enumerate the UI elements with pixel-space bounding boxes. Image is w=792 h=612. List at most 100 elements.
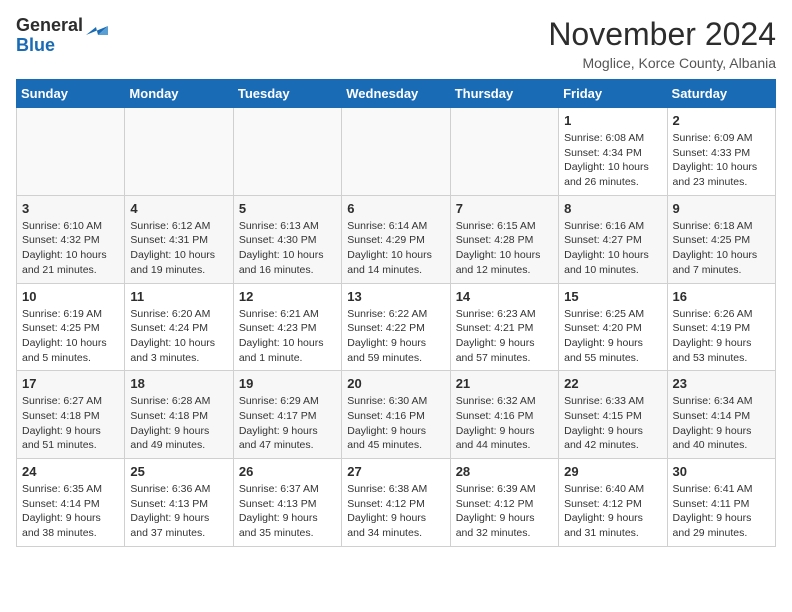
day-cell: 8 Sunrise: 6:16 AM Sunset: 4:27 PM Daylig… xyxy=(559,195,667,283)
day-number: 26 xyxy=(239,464,336,479)
logo-bird-icon xyxy=(86,17,108,35)
day-cell: 10 Sunrise: 6:19 AM Sunset: 4:25 PM Dayli… xyxy=(17,283,125,371)
day-info: Sunrise: 6:28 AM Sunset: 4:18 PM Dayligh… xyxy=(130,394,227,453)
day-cell: 25 Sunrise: 6:36 AM Sunset: 4:13 PM Dayli… xyxy=(125,459,233,547)
day-number: 10 xyxy=(22,289,119,304)
day-cell: 5 Sunrise: 6:13 AM Sunset: 4:30 PM Daylig… xyxy=(233,195,341,283)
day-cell: 21Sunrise: 6:32 AM Sunset: 4:16 PM Dayli… xyxy=(450,371,558,459)
day-number: 3 xyxy=(22,201,119,216)
day-info: Sunrise: 6:35 AM Sunset: 4:14 PM Dayligh… xyxy=(22,482,119,541)
day-number: 17 xyxy=(22,376,119,391)
day-cell: 28Sunrise: 6:39 AM Sunset: 4:12 PM Dayli… xyxy=(450,459,558,547)
day-info: Sunrise: 6:18 AM Sunset: 4:25 PM Dayligh… xyxy=(673,219,770,278)
day-cell: 6 Sunrise: 6:14 AM Sunset: 4:29 PM Daylig… xyxy=(342,195,450,283)
day-info: Sunrise: 6:12 AM Sunset: 4:31 PM Dayligh… xyxy=(130,219,227,278)
day-number: 11 xyxy=(130,289,227,304)
day-cell: 9Sunrise: 6:18 AM Sunset: 4:25 PM Daylig… xyxy=(667,195,775,283)
day-number: 1 xyxy=(564,113,661,128)
day-number: 24 xyxy=(22,464,119,479)
col-friday: Friday xyxy=(559,80,667,108)
day-info: Sunrise: 6:25 AM Sunset: 4:20 PM Dayligh… xyxy=(564,307,661,366)
day-number: 7 xyxy=(456,201,553,216)
day-info: Sunrise: 6:13 AM Sunset: 4:30 PM Dayligh… xyxy=(239,219,336,278)
day-cell: 14 Sunrise: 6:23 AM Sunset: 4:21 PM Dayli… xyxy=(450,283,558,371)
day-info: Sunrise: 6:33 AM Sunset: 4:15 PM Dayligh… xyxy=(564,394,661,453)
col-sunday: Sunday xyxy=(17,80,125,108)
day-cell: 7 Sunrise: 6:15 AM Sunset: 4:28 PM Daylig… xyxy=(450,195,558,283)
day-cell: 19 Sunrise: 6:29 AM Sunset: 4:17 PM Dayli… xyxy=(233,371,341,459)
day-cell: 13Sunrise: 6:22 AM Sunset: 4:22 PM Dayli… xyxy=(342,283,450,371)
logo-container: General Blue xyxy=(16,16,108,56)
day-cell: 22 Sunrise: 6:33 AM Sunset: 4:15 PM Dayli… xyxy=(559,371,667,459)
day-cell: 17 Sunrise: 6:27 AM Sunset: 4:18 PM Dayli… xyxy=(17,371,125,459)
day-info: Sunrise: 6:14 AM Sunset: 4:29 PM Dayligh… xyxy=(347,219,444,278)
day-cell: 16 Sunrise: 6:26 AM Sunset: 4:19 PM Dayli… xyxy=(667,283,775,371)
day-number: 23 xyxy=(673,376,770,391)
day-info: Sunrise: 6:36 AM Sunset: 4:13 PM Dayligh… xyxy=(130,482,227,541)
day-cell: 29 Sunrise: 6:40 AM Sunset: 4:12 PM Dayli… xyxy=(559,459,667,547)
day-info: Sunrise: 6:41 AM Sunset: 4:11 PM Dayligh… xyxy=(673,482,770,541)
day-info: Sunrise: 6:15 AM Sunset: 4:28 PM Dayligh… xyxy=(456,219,553,278)
header: General Blue November 2024 Moglice, Korc… xyxy=(16,16,776,71)
day-cell: 4Sunrise: 6:12 AM Sunset: 4:31 PM Daylig… xyxy=(125,195,233,283)
day-cell: 11 Sunrise: 6:20 AM Sunset: 4:24 PM Dayli… xyxy=(125,283,233,371)
day-number: 27 xyxy=(347,464,444,479)
day-number: 5 xyxy=(239,201,336,216)
day-cell: 1 Sunrise: 6:08 AM Sunset: 4:34 PM Daylig… xyxy=(559,108,667,196)
day-info: Sunrise: 6:16 AM Sunset: 4:27 PM Dayligh… xyxy=(564,219,661,278)
day-info: Sunrise: 6:30 AM Sunset: 4:16 PM Dayligh… xyxy=(347,394,444,453)
day-number: 8 xyxy=(564,201,661,216)
logo-general: General xyxy=(16,16,83,36)
day-cell: 15Sunrise: 6:25 AM Sunset: 4:20 PM Dayli… xyxy=(559,283,667,371)
col-monday: Monday xyxy=(125,80,233,108)
week-row-4: 17 Sunrise: 6:27 AM Sunset: 4:18 PM Dayli… xyxy=(17,371,776,459)
day-cell xyxy=(125,108,233,196)
day-info: Sunrise: 6:40 AM Sunset: 4:12 PM Dayligh… xyxy=(564,482,661,541)
day-number: 20 xyxy=(347,376,444,391)
calendar-subtitle: Moglice, Korce County, Albania xyxy=(548,55,776,71)
day-info: Sunrise: 6:39 AM Sunset: 4:12 PM Dayligh… xyxy=(456,482,553,541)
day-number: 19 xyxy=(239,376,336,391)
day-info: Sunrise: 6:09 AM Sunset: 4:33 PM Dayligh… xyxy=(673,131,770,190)
day-cell: 3Sunrise: 6:10 AM Sunset: 4:32 PM Daylig… xyxy=(17,195,125,283)
calendar-title: November 2024 xyxy=(548,16,776,53)
week-row-3: 10 Sunrise: 6:19 AM Sunset: 4:25 PM Dayli… xyxy=(17,283,776,371)
day-info: Sunrise: 6:23 AM Sunset: 4:21 PM Dayligh… xyxy=(456,307,553,366)
day-cell xyxy=(450,108,558,196)
day-cell: 20 Sunrise: 6:30 AM Sunset: 4:16 PM Dayli… xyxy=(342,371,450,459)
day-info: Sunrise: 6:38 AM Sunset: 4:12 PM Dayligh… xyxy=(347,482,444,541)
day-cell: 2 Sunrise: 6:09 AM Sunset: 4:33 PM Daylig… xyxy=(667,108,775,196)
day-number: 30 xyxy=(673,464,770,479)
day-cell: 24 Sunrise: 6:35 AM Sunset: 4:14 PM Dayli… xyxy=(17,459,125,547)
day-info: Sunrise: 6:20 AM Sunset: 4:24 PM Dayligh… xyxy=(130,307,227,366)
day-number: 6 xyxy=(347,201,444,216)
day-cell xyxy=(342,108,450,196)
day-cell: 26Sunrise: 6:37 AM Sunset: 4:13 PM Dayli… xyxy=(233,459,341,547)
day-info: Sunrise: 6:29 AM Sunset: 4:17 PM Dayligh… xyxy=(239,394,336,453)
day-number: 22 xyxy=(564,376,661,391)
day-info: Sunrise: 6:21 AM Sunset: 4:23 PM Dayligh… xyxy=(239,307,336,366)
day-number: 25 xyxy=(130,464,227,479)
day-info: Sunrise: 6:26 AM Sunset: 4:19 PM Dayligh… xyxy=(673,307,770,366)
logo-blue: Blue xyxy=(16,36,55,56)
day-info: Sunrise: 6:34 AM Sunset: 4:14 PM Dayligh… xyxy=(673,394,770,453)
day-info: Sunrise: 6:08 AM Sunset: 4:34 PM Dayligh… xyxy=(564,131,661,190)
day-number: 2 xyxy=(673,113,770,128)
day-cell xyxy=(233,108,341,196)
week-row-1: 1 Sunrise: 6:08 AM Sunset: 4:34 PM Daylig… xyxy=(17,108,776,196)
day-cell xyxy=(17,108,125,196)
day-cell: 18Sunrise: 6:28 AM Sunset: 4:18 PM Dayli… xyxy=(125,371,233,459)
day-info: Sunrise: 6:22 AM Sunset: 4:22 PM Dayligh… xyxy=(347,307,444,366)
title-area: November 2024 Moglice, Korce County, Alb… xyxy=(548,16,776,71)
day-number: 21 xyxy=(456,376,553,391)
day-cell: 27 Sunrise: 6:38 AM Sunset: 4:12 PM Dayli… xyxy=(342,459,450,547)
day-info: Sunrise: 6:19 AM Sunset: 4:25 PM Dayligh… xyxy=(22,307,119,366)
col-thursday: Thursday xyxy=(450,80,558,108)
day-number: 16 xyxy=(673,289,770,304)
day-info: Sunrise: 6:27 AM Sunset: 4:18 PM Dayligh… xyxy=(22,394,119,453)
day-number: 29 xyxy=(564,464,661,479)
day-number: 14 xyxy=(456,289,553,304)
day-cell: 12Sunrise: 6:21 AM Sunset: 4:23 PM Dayli… xyxy=(233,283,341,371)
logo: General Blue xyxy=(16,16,108,56)
calendar-table: Sunday Monday Tuesday Wednesday Thursday… xyxy=(16,79,776,547)
